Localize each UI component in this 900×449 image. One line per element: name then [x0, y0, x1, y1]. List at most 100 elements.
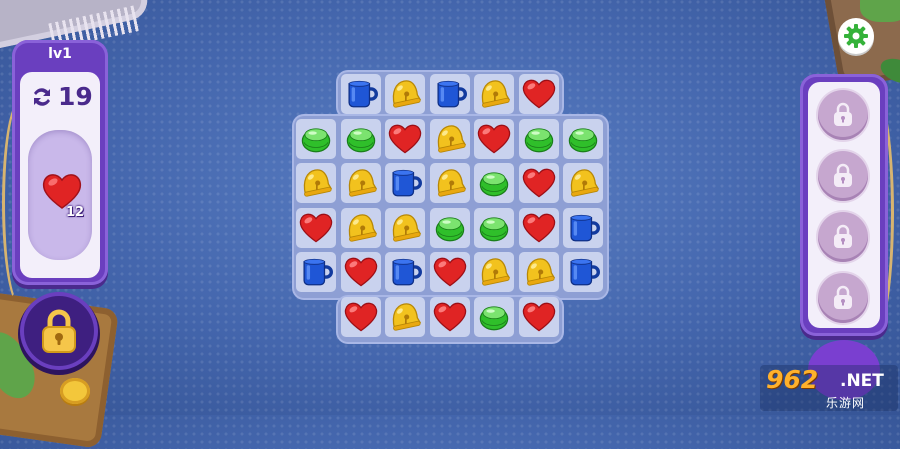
- bell-piece: [348, 169, 377, 197]
- gem-piece: [568, 127, 598, 152]
- bell-piece: [570, 169, 600, 197]
- board-cell[interactable]: [429, 118, 470, 159]
- moves-counter: 19: [30, 82, 93, 111]
- bell-piece: [392, 80, 422, 108]
- locked-booster-slot[interactable]: [818, 212, 868, 262]
- gem-piece: [479, 172, 509, 197]
- padlock-icon: [834, 102, 852, 126]
- heart-piece: [522, 302, 555, 331]
- padlock-icon: [834, 285, 852, 309]
- locked-booster-slot[interactable]: [818, 273, 868, 323]
- board-cell[interactable]: [340, 296, 381, 337]
- heart-piece: [344, 257, 377, 287]
- heart-piece: [477, 124, 511, 153]
- settings-button[interactable]: [838, 18, 874, 54]
- board-cell[interactable]: [385, 163, 425, 203]
- board-cell[interactable]: [518, 207, 559, 248]
- board-cell[interactable]: [340, 163, 381, 203]
- heart-piece: [522, 213, 555, 242]
- board-cell[interactable]: [474, 252, 514, 292]
- plant-decoration: [860, 0, 900, 22]
- gem-piece: [346, 127, 375, 152]
- heart-piece: [344, 302, 377, 331]
- heart-piece: [433, 257, 466, 287]
- board-cell[interactable]: [474, 118, 514, 159]
- heart-piece: [299, 213, 333, 242]
- bell-piece: [526, 258, 555, 286]
- board-cell[interactable]: [296, 207, 336, 248]
- gem-piece: [479, 305, 509, 330]
- padlock-icon: [42, 309, 76, 353]
- heart-piece: [522, 79, 555, 109]
- gem-piece: [301, 127, 331, 152]
- bell-piece: [392, 302, 422, 331]
- heart-piece: [433, 302, 466, 331]
- bell-piece: [437, 169, 466, 197]
- board-cell[interactable]: [385, 207, 425, 248]
- goal-panel: lv1 19 12: [12, 40, 108, 285]
- game-board: [294, 72, 607, 342]
- board-cell[interactable]: [429, 252, 470, 292]
- booster-panel: [800, 74, 888, 336]
- moves-icon: [30, 85, 54, 109]
- board-cell[interactable]: [385, 74, 425, 114]
- board-cell[interactable]: [474, 296, 514, 337]
- board-cell[interactable]: [563, 118, 603, 159]
- heart-piece: [522, 168, 555, 198]
- board-cell[interactable]: [429, 163, 470, 203]
- mug-piece: [570, 214, 600, 241]
- board-cell[interactable]: [518, 74, 559, 114]
- mug-piece: [347, 80, 378, 108]
- board-cell[interactable]: [474, 74, 514, 114]
- bell-piece: [437, 124, 466, 153]
- bell-piece: [348, 213, 377, 242]
- gem-piece: [479, 216, 509, 241]
- mug-piece: [303, 258, 333, 286]
- moves-and-goal-box: 19 12: [20, 72, 100, 278]
- mug-piece: [436, 80, 467, 108]
- locked-booster-slot[interactable]: [818, 90, 868, 140]
- board-cell[interactable]: [429, 207, 470, 248]
- board-cell[interactable]: [563, 163, 603, 203]
- mug-piece: [570, 258, 600, 286]
- board-cell[interactable]: [340, 252, 381, 292]
- bell-piece: [303, 169, 333, 197]
- watermark-main: 962: [766, 365, 819, 394]
- board-cell[interactable]: [429, 74, 470, 114]
- locked-booster-button[interactable]: [24, 296, 94, 366]
- bell-piece: [392, 213, 422, 242]
- goal-box: 12: [28, 130, 92, 260]
- watermark-suffix: .NET: [840, 371, 884, 391]
- board-cell[interactable]: [563, 207, 603, 248]
- goal-remaining-count: 12: [66, 205, 85, 220]
- board-cell[interactable]: [518, 163, 559, 203]
- board-cell[interactable]: [340, 207, 381, 248]
- board-cell[interactable]: [385, 296, 425, 337]
- board-cell[interactable]: [385, 252, 425, 292]
- board-cell[interactable]: [563, 252, 603, 292]
- board-cell[interactable]: [340, 118, 381, 159]
- padlock-icon: [834, 224, 852, 248]
- mug-piece: [392, 169, 422, 197]
- board-cell[interactable]: [429, 296, 470, 337]
- gem-piece: [435, 216, 464, 241]
- moves-remaining: 19: [58, 82, 93, 111]
- board-cell[interactable]: [296, 118, 336, 159]
- board-cell[interactable]: [296, 163, 336, 203]
- locked-booster-slot[interactable]: [818, 151, 868, 201]
- booster-slots: [808, 82, 880, 328]
- board-cell[interactable]: [474, 207, 514, 248]
- board-cell[interactable]: [385, 118, 425, 159]
- mug-piece: [392, 258, 422, 286]
- site-watermark: 962 .NET 乐游网: [760, 365, 898, 411]
- watermark-sub: 乐游网: [826, 396, 866, 410]
- board-cell[interactable]: [474, 163, 514, 203]
- padlock-icon: [834, 163, 852, 187]
- board-cell[interactable]: [296, 252, 336, 292]
- board-cell[interactable]: [518, 252, 559, 292]
- board-cell[interactable]: [518, 118, 559, 159]
- board-cell[interactable]: [518, 296, 559, 337]
- bell-piece: [481, 258, 511, 286]
- coin-decoration: [60, 378, 90, 404]
- board-cell[interactable]: [340, 74, 381, 114]
